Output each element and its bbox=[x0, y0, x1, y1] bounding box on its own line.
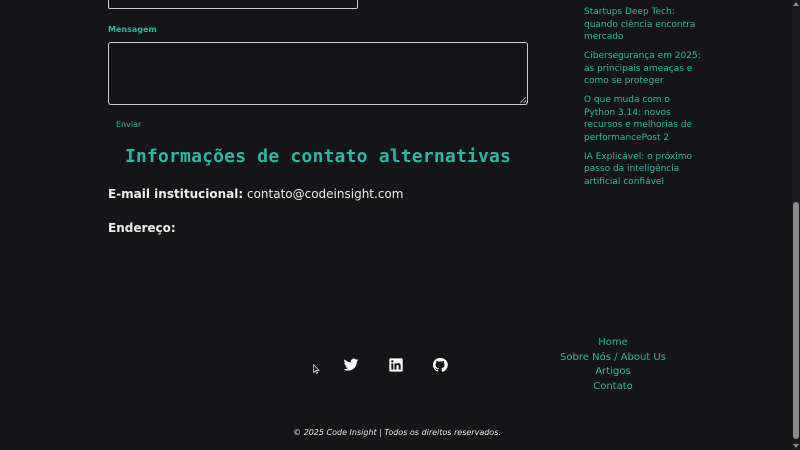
footer-nav-about[interactable]: Sobre Nós / About Us bbox=[553, 351, 673, 366]
footer-nav: Home Sobre Nós / About Us Artigos Contat… bbox=[553, 336, 673, 394]
twitter-icon[interactable] bbox=[343, 357, 359, 373]
sidebar-articles: Startups Deep Tech: quando ciência encon… bbox=[584, 6, 702, 195]
linkedin-icon[interactable] bbox=[388, 357, 404, 373]
message-label: Mensagem bbox=[108, 25, 157, 34]
scroll-thumb[interactable] bbox=[793, 202, 799, 439]
resize-grip-icon[interactable] bbox=[520, 97, 526, 103]
message-textarea[interactable] bbox=[108, 42, 528, 105]
submit-button[interactable]: Enviar bbox=[112, 118, 145, 132]
copyright-text: © 2025 Code Insight | Todos os direitos … bbox=[293, 428, 501, 437]
mouse-cursor-icon bbox=[313, 364, 320, 374]
sidebar-article-link[interactable]: IA Explicável: o próximo passo da inteli… bbox=[584, 151, 702, 189]
github-icon[interactable] bbox=[432, 357, 448, 373]
sidebar-article-link[interactable]: Startups Deep Tech: quando ciência encon… bbox=[584, 6, 702, 44]
footer-nav-articles[interactable]: Artigos bbox=[553, 365, 673, 380]
address-info: Endereço: bbox=[108, 221, 176, 235]
alt-contact-heading: Informações de contato alternativas bbox=[124, 146, 512, 167]
page-scrollbar[interactable] bbox=[792, 0, 800, 450]
email-value[interactable]: contato@codeinsight.com bbox=[247, 187, 404, 201]
email-info: E-mail institucional: contato@codeinsigh… bbox=[108, 187, 403, 201]
sidebar-article-link[interactable]: O que muda com o Python 3.14: novos recu… bbox=[584, 94, 702, 144]
scroll-up-icon[interactable] bbox=[793, 2, 799, 6]
email-label: E-mail institucional: bbox=[108, 187, 244, 201]
contact-page: Mensagem Enviar Informações de contato a… bbox=[0, 0, 800, 450]
sidebar-article-link[interactable]: Cibersegurança em 2025: as principais am… bbox=[584, 50, 702, 88]
footer-nav-home[interactable]: Home bbox=[553, 336, 673, 351]
address-label: Endereço: bbox=[108, 221, 176, 235]
name-input[interactable] bbox=[108, 0, 358, 9]
scroll-down-icon[interactable] bbox=[793, 444, 799, 448]
footer-nav-contact[interactable]: Contato bbox=[553, 380, 673, 395]
